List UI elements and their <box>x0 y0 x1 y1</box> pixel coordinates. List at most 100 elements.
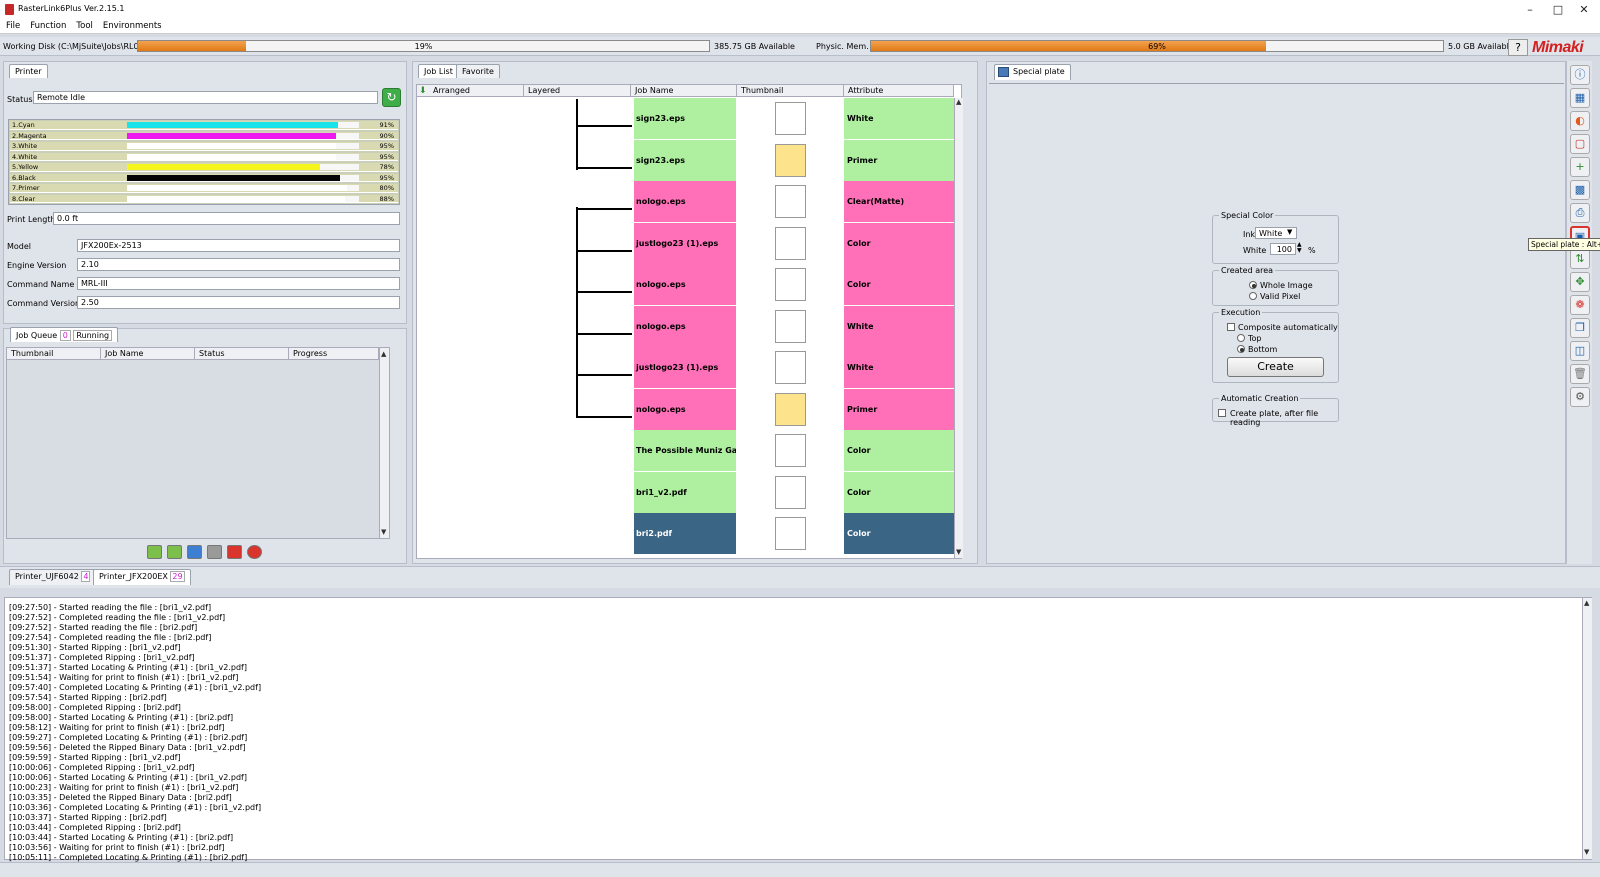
tools-icon[interactable]: ⚙ <box>1570 387 1590 407</box>
command-version-field: 2.50 <box>77 296 400 309</box>
ink-percent: 78% <box>379 163 394 171</box>
create-button[interactable]: Create <box>1227 357 1324 377</box>
col-job-name[interactable]: Job Name <box>631 85 737 97</box>
refresh-icon[interactable]: ↻ <box>382 88 401 107</box>
job-name: nologo.eps <box>634 388 736 430</box>
menu-file[interactable]: File <box>0 20 24 31</box>
cancel-icon[interactable] <box>227 545 242 559</box>
tab-printer[interactable]: Printer <box>9 64 48 78</box>
created-area-group: Created area Whole Image Valid Pixel <box>1212 266 1339 306</box>
thumbnail-image <box>775 351 806 384</box>
radio-top[interactable] <box>1237 334 1245 342</box>
ink-percent: 95% <box>379 152 394 161</box>
engine-version-label: Engine Version <box>7 261 67 270</box>
job-row[interactable]: sign23.eps White <box>632 98 954 139</box>
job-row[interactable]: nologo.eps Clear(Matte) <box>632 181 954 222</box>
color-icon[interactable]: ◐ <box>1570 111 1590 131</box>
help-button[interactable]: ? <box>1508 39 1528 56</box>
divider <box>989 83 1564 84</box>
job-attribute: White <box>844 305 954 347</box>
menu-tool[interactable]: Tool <box>70 20 97 31</box>
col-thumbnail[interactable]: Thumbnail <box>737 85 844 97</box>
job-row[interactable]: nologo.eps Primer <box>632 388 954 430</box>
thumbnail-image <box>775 309 806 343</box>
tab-printer-jfx200ex[interactable]: Printer_JFX200EX 29 <box>93 569 191 585</box>
log-line: [10:05:11] - Completed Locating & Printi… <box>9 853 248 862</box>
move-icon[interactable]: ✥ <box>1570 272 1590 292</box>
duplicate-icon[interactable]: ❐ <box>1570 318 1590 338</box>
minimize-icon[interactable]: – <box>1518 2 1542 18</box>
print-length-field: 0.0 ft <box>53 212 400 225</box>
layout-icon[interactable]: ▩ <box>1570 180 1590 200</box>
thumbnail-cell <box>737 347 843 388</box>
ink-name: 7.Primer <box>12 184 40 192</box>
job-row[interactable]: The Possible Muniz Game ... Color <box>632 430 954 471</box>
job-list-scrollbar[interactable]: ▲ ▼ <box>954 98 963 558</box>
queue-col-status[interactable]: Status <box>195 348 289 360</box>
step-icon[interactable]: ⇅ <box>1570 249 1590 269</box>
color-adjust-icon[interactable]: ❁ <box>1570 295 1590 315</box>
job-row[interactable]: nologo.eps White <box>632 305 954 347</box>
tab-job-list[interactable]: Job List <box>418 64 459 78</box>
thumbnail-cell <box>737 471 843 513</box>
delete-icon[interactable] <box>247 545 262 559</box>
radio-bottom[interactable] <box>1237 345 1245 353</box>
trash-icon[interactable]: 🗑 <box>1570 364 1590 384</box>
add-icon[interactable]: + <box>1570 157 1590 177</box>
thumbnail-cell <box>737 305 843 347</box>
job-row[interactable]: justlogo23 (1).eps White <box>632 347 954 388</box>
job-name: bri1_v2.pdf <box>634 471 736 513</box>
log-line: [10:03:44] - Started Locating & Printing… <box>9 833 234 842</box>
properties-icon[interactable]: ▦ <box>1570 88 1590 108</box>
radio-whole-image[interactable] <box>1249 281 1257 289</box>
spinner-icon[interactable]: ▲ ▼ <box>1297 242 1302 254</box>
job-name: The Possible Muniz Game ... <box>634 430 736 471</box>
ink-row: 8.Clear 88% <box>10 194 398 203</box>
auto-create-label: Create plate, after file reading <box>1230 409 1319 427</box>
working-disk-available: 385.75 GB Available <box>714 42 795 51</box>
queue-col-job-name[interactable]: Job Name <box>101 348 195 360</box>
job-row[interactable]: nologo.eps Color <box>632 264 954 305</box>
auto-create-checkbox[interactable] <box>1218 409 1226 417</box>
tile-icon[interactable]: ◫ <box>1570 341 1590 361</box>
menu-function[interactable]: Function <box>24 20 70 31</box>
job-row[interactable]: bri2.pdf Color <box>632 513 954 554</box>
info-icon[interactable]: ⓘ <box>1570 65 1590 85</box>
cut-icon[interactable]: ▢ <box>1570 134 1590 154</box>
print-job-icon[interactable] <box>167 545 182 559</box>
queue-scrollbar[interactable]: ▲ ▼ <box>379 348 389 538</box>
created-area-title: Created area <box>1219 266 1276 275</box>
add-job-icon[interactable] <box>147 545 162 559</box>
white-value-field[interactable]: 100 <box>1270 243 1296 255</box>
tab-favorite[interactable]: Favorite <box>456 64 500 78</box>
radio-valid-pixel[interactable] <box>1249 292 1257 300</box>
ink-name: 4.White <box>12 152 38 161</box>
job-row[interactable]: bri1_v2.pdf Color <box>632 471 954 513</box>
printer-tabs-bar <box>0 566 1600 588</box>
maximize-icon[interactable]: □ <box>1546 2 1570 18</box>
menu-environments[interactable]: Environments <box>97 20 166 31</box>
pause-icon[interactable] <box>187 545 202 559</box>
col-attribute[interactable]: Attribute <box>844 85 954 97</box>
close-icon[interactable]: ✕ <box>1572 2 1596 18</box>
print-icon[interactable]: ⎙ <box>1570 203 1590 223</box>
menu-bar: File Function Tool Environments <box>0 20 1600 34</box>
composite-checkbox[interactable] <box>1227 323 1235 331</box>
tab-printer-ujf6042[interactable]: Printer_UJF6042 4 <box>9 569 97 585</box>
queue-col-thumbnail[interactable]: Thumbnail <box>7 348 101 360</box>
job-row[interactable]: justlogo23 (1).eps Color <box>632 222 954 264</box>
stop-icon[interactable] <box>207 545 222 559</box>
queue-col-progress[interactable]: Progress <box>289 348 379 360</box>
job-row[interactable]: sign23.eps Primer <box>632 139 954 181</box>
col-layered[interactable]: Layered <box>524 85 631 97</box>
ink-percent: 91% <box>379 121 394 129</box>
col-arranged[interactable]: Arranged <box>417 85 524 97</box>
printer-tab-label: Printer_UJF6042 <box>15 572 79 581</box>
tree-line <box>576 207 578 416</box>
job-attribute: Color <box>844 471 954 513</box>
tab-job-queue[interactable]: Job Queue 0 Running <box>10 327 119 342</box>
log-line: [10:03:36] - Completed Locating & Printi… <box>9 803 262 812</box>
ink-name: 6.Black <box>12 173 36 182</box>
log-scrollbar[interactable]: ▲ ▼ <box>1582 598 1592 859</box>
log-line: [09:57:54] - Started Ripping : [bri2.pdf… <box>9 693 167 702</box>
